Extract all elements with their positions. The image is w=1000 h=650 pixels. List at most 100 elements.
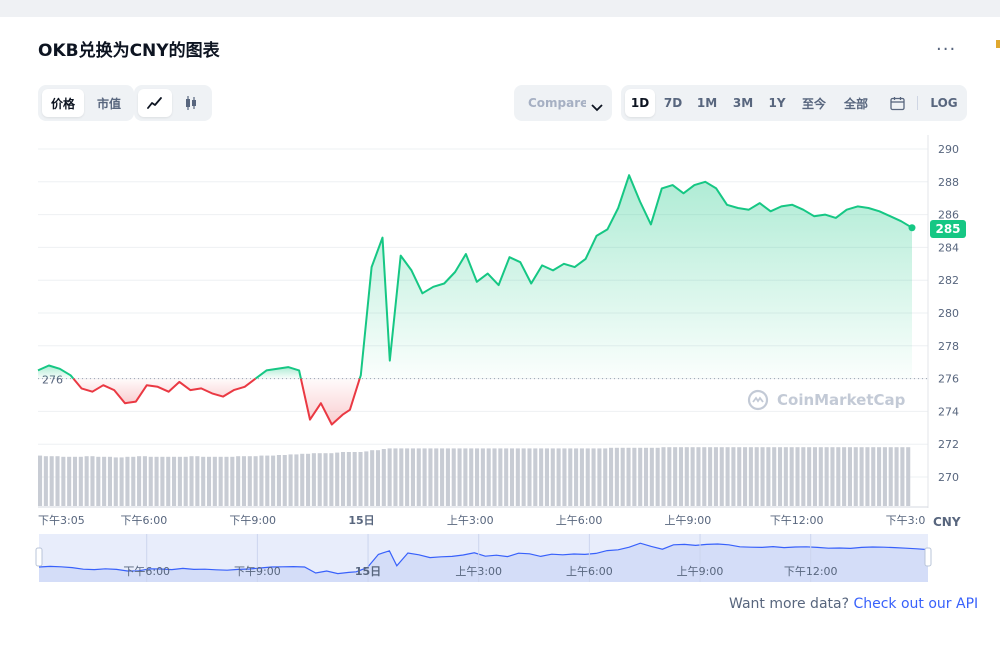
volume-bar — [643, 447, 649, 506]
volume-bar — [230, 456, 235, 506]
watermark-text: CoinMarketCap — [777, 391, 906, 409]
volume-bar — [72, 456, 78, 506]
volume-bar — [894, 447, 899, 506]
volume-bar — [492, 448, 497, 506]
volume-bar — [906, 447, 911, 506]
navigator-tick-label: 上午9:00 — [677, 565, 724, 578]
volume-bar — [737, 447, 742, 506]
volume-bar — [777, 447, 783, 506]
navigator-tick-label: 下午12:00 — [784, 565, 838, 578]
volume-bar — [358, 452, 363, 506]
navigator-handle-left[interactable] — [35, 547, 43, 567]
y-tick-label: 290 — [938, 143, 959, 156]
volume-bar — [772, 447, 777, 506]
navigator-tick-label: 下午9:00 — [234, 565, 281, 578]
volume-bar — [457, 448, 462, 506]
volume-bar — [335, 452, 340, 506]
navigator-tick-label: 上午6:00 — [566, 565, 613, 578]
volume-bar — [632, 447, 637, 506]
volume-bar — [882, 447, 887, 506]
volume-bar — [218, 456, 223, 506]
volume-bar — [399, 448, 404, 506]
volume-bar — [690, 447, 695, 506]
volume-bar — [509, 448, 515, 506]
volume-bar — [148, 456, 153, 506]
watermark: CoinMarketCap — [747, 389, 905, 411]
y-tick-label: 278 — [938, 340, 959, 353]
volume-bar — [463, 448, 468, 506]
volume-bar — [696, 447, 701, 506]
volume-bar — [667, 447, 672, 506]
navigator-tick-label: 15日 — [355, 565, 381, 578]
y-tick-label: 280 — [938, 307, 959, 320]
volume-bar — [649, 447, 654, 506]
volume-bar — [142, 456, 147, 506]
volume-bar — [451, 448, 456, 506]
api-link[interactable]: Check out our API — [853, 596, 978, 612]
volume-bar — [486, 448, 491, 506]
volume-bar — [469, 448, 474, 506]
volume-bar — [434, 448, 439, 506]
volume-bar — [224, 456, 229, 506]
volume-bar — [346, 452, 351, 506]
volume-bar — [661, 447, 666, 506]
y-tick-label: 288 — [938, 176, 959, 189]
volume-bar — [364, 451, 369, 506]
volume-bar — [422, 448, 427, 506]
area-fill-up — [359, 175, 912, 379]
volume-bar — [125, 456, 130, 506]
volume-bar — [556, 448, 561, 506]
price-chart[interactable]: 270272274276278280282284286288290276下午3:… — [0, 0, 1000, 600]
y-tick-label: 284 — [938, 241, 959, 254]
volume-bar — [160, 456, 165, 506]
volume-bar — [375, 450, 381, 506]
volume-bar — [807, 447, 812, 506]
volume-bar — [405, 448, 410, 506]
volume-bar — [113, 457, 118, 506]
volume-bar — [847, 447, 852, 506]
volume-bar — [783, 447, 788, 506]
volume-bar — [626, 447, 631, 506]
volume-bar — [189, 456, 194, 506]
y-tick-label: 272 — [938, 438, 959, 451]
volume-bar — [38, 455, 43, 506]
volume-bar — [609, 447, 614, 506]
volume-bar — [43, 456, 48, 506]
volume-bar — [445, 448, 450, 506]
volume-bar — [90, 456, 95, 506]
volume-bar — [713, 447, 718, 506]
volume-bar — [731, 447, 736, 506]
volume-bar — [96, 456, 101, 506]
volume-bar — [603, 448, 608, 506]
volume-bar — [824, 447, 829, 506]
volume-bar — [265, 455, 270, 506]
volume-bar — [562, 448, 567, 506]
volume-bar — [515, 448, 520, 506]
volume-bar — [842, 447, 847, 506]
volume-bar — [177, 456, 182, 506]
volume-bar — [387, 448, 392, 506]
volume-bar — [137, 456, 142, 506]
volume-bar — [830, 447, 835, 506]
volume-bar — [206, 456, 212, 506]
volume-bar — [684, 447, 689, 506]
volume-bar — [620, 447, 625, 506]
volume-bar — [393, 448, 398, 506]
volume-bar — [119, 457, 124, 506]
y-tick-label: 270 — [938, 471, 959, 484]
volume-bar — [253, 456, 258, 506]
volume-bar — [352, 452, 357, 506]
volume-bar — [212, 456, 217, 506]
volume-bar — [131, 456, 136, 506]
volume-bar — [306, 453, 311, 506]
volume-bar — [154, 456, 159, 506]
volume-bar — [900, 447, 905, 506]
y-tick-label: 274 — [938, 405, 959, 418]
volume-bar — [416, 448, 421, 506]
x-tick-label: 下午3:05 — [38, 514, 85, 527]
volume-bar — [498, 448, 503, 506]
navigator-handle-right[interactable] — [924, 547, 932, 567]
volume-bar — [67, 456, 72, 506]
volume-bar — [533, 448, 538, 506]
volume-bar — [836, 447, 841, 506]
